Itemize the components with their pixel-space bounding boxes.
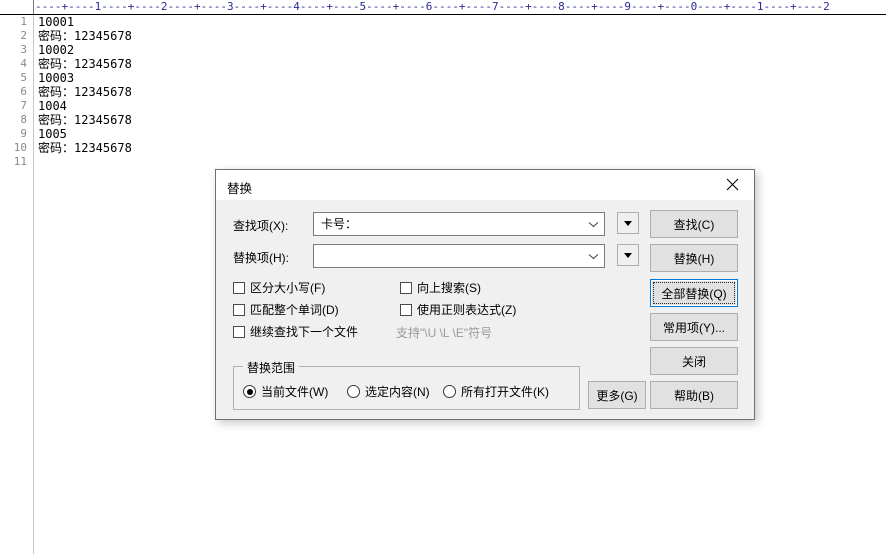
code-line: 10001 — [38, 15, 75, 29]
checkbox-box — [233, 325, 245, 338]
editor-ruler: ----+----1----+----2----+----3----+----4… — [0, 0, 886, 15]
find-button[interactable]: 查找(C) — [650, 210, 738, 238]
line-number: 9 — [20, 127, 27, 140]
code-line: 密码：12345678 — [38, 57, 132, 71]
checkbox-box — [233, 303, 245, 316]
radio-selection[interactable]: 选定内容(N) — [347, 383, 430, 400]
code-line: 10002 — [38, 43, 75, 57]
replace-all-button[interactable]: 全部替换(Q) — [650, 279, 738, 307]
replace-button[interactable]: 替换(H) — [650, 244, 738, 272]
code-line: 密码：12345678 — [38, 85, 132, 99]
radio-dot — [347, 385, 360, 398]
common-items-button[interactable]: 常用项(Y)... — [650, 313, 738, 341]
radio-label: 选定内容(N) — [365, 385, 430, 399]
dialog-body: 查找项(X): 卡号： 替换项(H): 区分大小写(F) 匹配整个单词(D) 继… — [216, 200, 754, 419]
replace-input[interactable] — [313, 244, 605, 268]
radio-dot — [243, 385, 256, 398]
code-line: 密码：12345678 — [38, 29, 132, 43]
checkbox-box — [400, 281, 412, 294]
line-number: 5 — [20, 71, 27, 84]
line-number: 2 — [20, 29, 27, 42]
code-line: 密码：12345678 — [38, 113, 132, 127]
replace-history-dropdown-button[interactable] — [617, 244, 639, 266]
replace-scope-group: 替换范围 当前文件(W) 选定内容(N) 所有打开文件(K) — [233, 359, 580, 410]
regex-hint-text: 支持"\U \L \E"符号 — [396, 326, 493, 340]
checkbox-match-case[interactable]: 区分大小写(F) — [233, 279, 325, 296]
find-input[interactable]: 卡号： — [313, 212, 605, 236]
radio-dot — [443, 385, 456, 398]
more-button[interactable]: 更多(G) — [588, 381, 646, 409]
help-button[interactable]: 帮助(B) — [650, 381, 738, 409]
radio-label: 当前文件(W) — [261, 385, 329, 399]
chevron-down-icon — [588, 213, 599, 235]
radio-all-open-files[interactable]: 所有打开文件(K) — [443, 383, 549, 400]
find-input-value: 卡号： — [321, 217, 358, 231]
code-line: 1004 — [38, 99, 67, 113]
code-line: 1005 — [38, 127, 67, 141]
line-number: 4 — [20, 57, 27, 70]
code-line: 密码：12345678 — [38, 141, 132, 155]
line-number-gutter: 1 2 3 4 5 6 7 8 9 10 11 — [0, 15, 34, 554]
ruler-gutter — [0, 0, 34, 14]
replace-scope-legend: 替换范围 — [243, 359, 300, 376]
checkbox-label: 使用正则表达式(Z) — [417, 303, 517, 317]
line-number: 7 — [20, 99, 27, 112]
checkbox-box — [233, 281, 245, 294]
checkbox-whole-word[interactable]: 匹配整个单词(D) — [233, 301, 339, 318]
editor-content[interactable]: 10001 密码：12345678 10002 密码：12345678 10003 密码：… — [38, 15, 878, 169]
line-number: 3 — [20, 43, 27, 56]
line-number: 1 — [20, 15, 27, 28]
dialog-title: 替换 — [227, 182, 253, 196]
checkbox-label: 匹配整个单词(D) — [250, 303, 339, 317]
checkbox-label: 向上搜索(S) — [417, 281, 481, 295]
replace-dialog: 替换 查找项(X): 卡号： 替换项(H): 区分大小写(F) 匹配整个单词(D… — [215, 169, 755, 420]
dialog-titlebar: 替换 — [216, 170, 754, 200]
line-number: 6 — [20, 85, 27, 98]
close-button[interactable]: 关闭 — [650, 347, 738, 375]
line-number: 11 — [13, 155, 27, 168]
radio-label: 所有打开文件(K) — [461, 385, 549, 399]
replace-field-label: 替换项(H): — [233, 251, 289, 265]
ruler-marks: ----+----1----+----2----+----3----+----4… — [35, 0, 830, 13]
close-icon[interactable] — [710, 170, 754, 199]
checkbox-use-regex[interactable]: 使用正则表达式(Z) — [400, 301, 516, 318]
checkbox-label: 区分大小写(F) — [250, 281, 326, 295]
find-history-dropdown-button[interactable] — [617, 212, 639, 234]
triangle-down-icon — [624, 220, 632, 226]
checkbox-continue-next-file[interactable]: 继续查找下一个文件 — [233, 323, 358, 340]
line-number: 10 — [13, 141, 27, 154]
code-line: 10003 — [38, 71, 75, 85]
triangle-down-icon — [624, 252, 632, 258]
checkbox-box — [400, 303, 412, 316]
checkbox-search-up[interactable]: 向上搜索(S) — [400, 279, 481, 296]
find-field-label: 查找项(X): — [233, 219, 289, 233]
radio-current-file[interactable]: 当前文件(W) — [243, 383, 328, 400]
checkbox-label: 继续查找下一个文件 — [250, 325, 359, 339]
chevron-down-icon — [588, 245, 599, 267]
line-number: 8 — [20, 113, 27, 126]
